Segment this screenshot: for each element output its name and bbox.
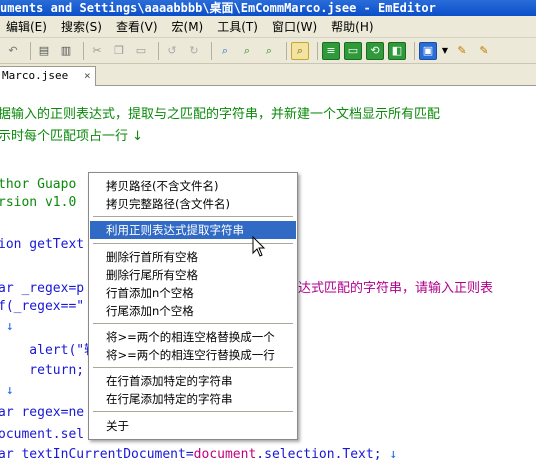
close-icon[interactable]: × <box>84 67 91 85</box>
menu-item-about[interactable]: 关于 <box>90 417 296 435</box>
tab-document[interactable]: Marco.jsee × <box>0 66 96 86</box>
menu-edit[interactable]: 编辑(E) <box>6 18 47 35</box>
menu-item-copy-path[interactable]: 拷贝路径(不含文件名) <box>90 177 296 195</box>
menu-separator <box>93 411 293 412</box>
window-title-bar: uments and Settings\aaaabbbb\桌面\EmCommMa… <box>0 0 536 16</box>
split-icon[interactable]: ◧ <box>388 41 406 60</box>
dropdown-icon[interactable]: ▼ <box>441 42 449 60</box>
macro-icon[interactable]: ▣ <box>419 41 437 60</box>
menu-bar: 编辑(E) 搜索(S) 查看(V) 宏(M) 工具(T) 窗口(W) 帮助(H) <box>0 16 536 38</box>
copy-icon[interactable]: ❐ <box>110 42 128 60</box>
toolbar-separator <box>30 41 31 60</box>
undo-arrow-icon[interactable]: ↺ <box>163 42 181 60</box>
code-line: f(_regex==" <box>0 299 85 314</box>
mouse-cursor-icon <box>252 236 266 257</box>
toolbar-undo-icon[interactable]: ↶ <box>4 42 22 60</box>
menu-item-replace-spaces[interactable]: 将>=两个的相连空格替换成一个 <box>90 328 296 346</box>
refresh-icon[interactable]: ⟲ <box>366 41 384 60</box>
code-line: ion getText <box>0 237 85 252</box>
help-icon[interactable]: ✎ <box>475 42 493 60</box>
code-line-continuation: 达式匹配的字符串，请输入正则表 <box>298 281 494 296</box>
toolbar-separator <box>286 41 287 60</box>
code-line: 据输入的正则表达式，提取与之匹配的字符串，并新建一个文档显示所有匹配 <box>0 107 441 122</box>
menu-item-add-line-start-text[interactable]: 在行首添加特定的字符串 <box>90 372 296 390</box>
find-prev-icon[interactable]: ⌕ <box>260 42 278 60</box>
print-icon[interactable]: ▤ <box>35 42 53 60</box>
menu-item-copy-full-path[interactable]: 拷贝完整路径(含文件名) <box>90 195 296 213</box>
toolbar-separator <box>211 41 212 60</box>
menu-view[interactable]: 查看(V) <box>116 18 158 35</box>
toolbar-separator <box>83 41 84 60</box>
tab-bar: Marco.jsee × <box>0 64 536 86</box>
code-line: ↓ <box>5 319 14 334</box>
code-line: ar textInCurrentDocument=document.select… <box>0 447 398 462</box>
window-title: uments and Settings\aaaabbbb\桌面\EmCommMa… <box>0 1 436 15</box>
code-line: rsion v1.0 <box>0 195 77 210</box>
menu-item-replace-blank-lines[interactable]: 将>=两个的相连空行替换成一行 <box>90 346 296 364</box>
menu-window[interactable]: 窗口(W) <box>272 18 317 35</box>
find-next-icon[interactable]: ⌕ <box>238 42 256 60</box>
code-line: ar _regex=p <box>0 281 85 296</box>
menu-search[interactable]: 搜索(S) <box>61 18 102 35</box>
outline-icon[interactable]: ≡ <box>322 41 340 60</box>
code-line: alert("输 <box>0 343 98 358</box>
toolbar-separator <box>414 41 415 60</box>
search-files-icon[interactable]: ⌕ <box>291 41 309 60</box>
code-line: ↓ <box>5 383 14 398</box>
redo-arrow-icon[interactable]: ↻ <box>185 42 203 60</box>
toolbar: ↶ ▤ ▥ ✂ ❐ ▭ ↺ ↻ ⌕ ⌕ ⌕ ⌕ ≡ ▭ ⟲ ◧ ▣ ▼ ✎ ✎ <box>0 38 536 64</box>
context-menu: 拷贝路径(不含文件名) 拷贝完整路径(含文件名) 利用正则表达式提取字符串 删除… <box>88 172 298 440</box>
menu-tools[interactable]: 工具(T) <box>217 18 258 35</box>
find-icon[interactable]: ⌕ <box>216 42 234 60</box>
menu-separator <box>93 216 293 217</box>
menu-separator <box>93 367 293 368</box>
paste-icon[interactable]: ▭ <box>132 42 150 60</box>
menu-item-add-leading-spaces[interactable]: 行首添加n个空格 <box>90 284 296 302</box>
cut-icon[interactable]: ✂ <box>88 42 106 60</box>
menu-item-delete-trailing-spaces[interactable]: 删除行尾所有空格 <box>90 266 296 284</box>
toolbar-separator <box>158 41 159 60</box>
menu-separator <box>93 323 293 324</box>
menu-item-add-trailing-spaces[interactable]: 行尾添加n个空格 <box>90 302 296 320</box>
menu-macro[interactable]: 宏(M) <box>172 18 204 35</box>
menu-help[interactable]: 帮助(H) <box>331 18 373 35</box>
tab-label: Marco.jsee <box>2 69 69 82</box>
code-line: ocument.sel <box>0 427 85 442</box>
code-line: thor Guapo <box>0 177 77 192</box>
print-preview-icon[interactable]: ▥ <box>57 42 75 60</box>
window-icon[interactable]: ▭ <box>344 41 362 60</box>
code-line: return; <box>0 363 85 378</box>
toolbar-separator <box>317 41 318 60</box>
code-line: ar regex=ne <box>0 405 85 420</box>
menu-item-add-line-end-text[interactable]: 在行尾添加特定的字符串 <box>90 390 296 408</box>
settings-icon[interactable]: ✎ <box>453 42 471 60</box>
code-line: 示时每个匹配项占一行 ↓ <box>0 129 144 144</box>
